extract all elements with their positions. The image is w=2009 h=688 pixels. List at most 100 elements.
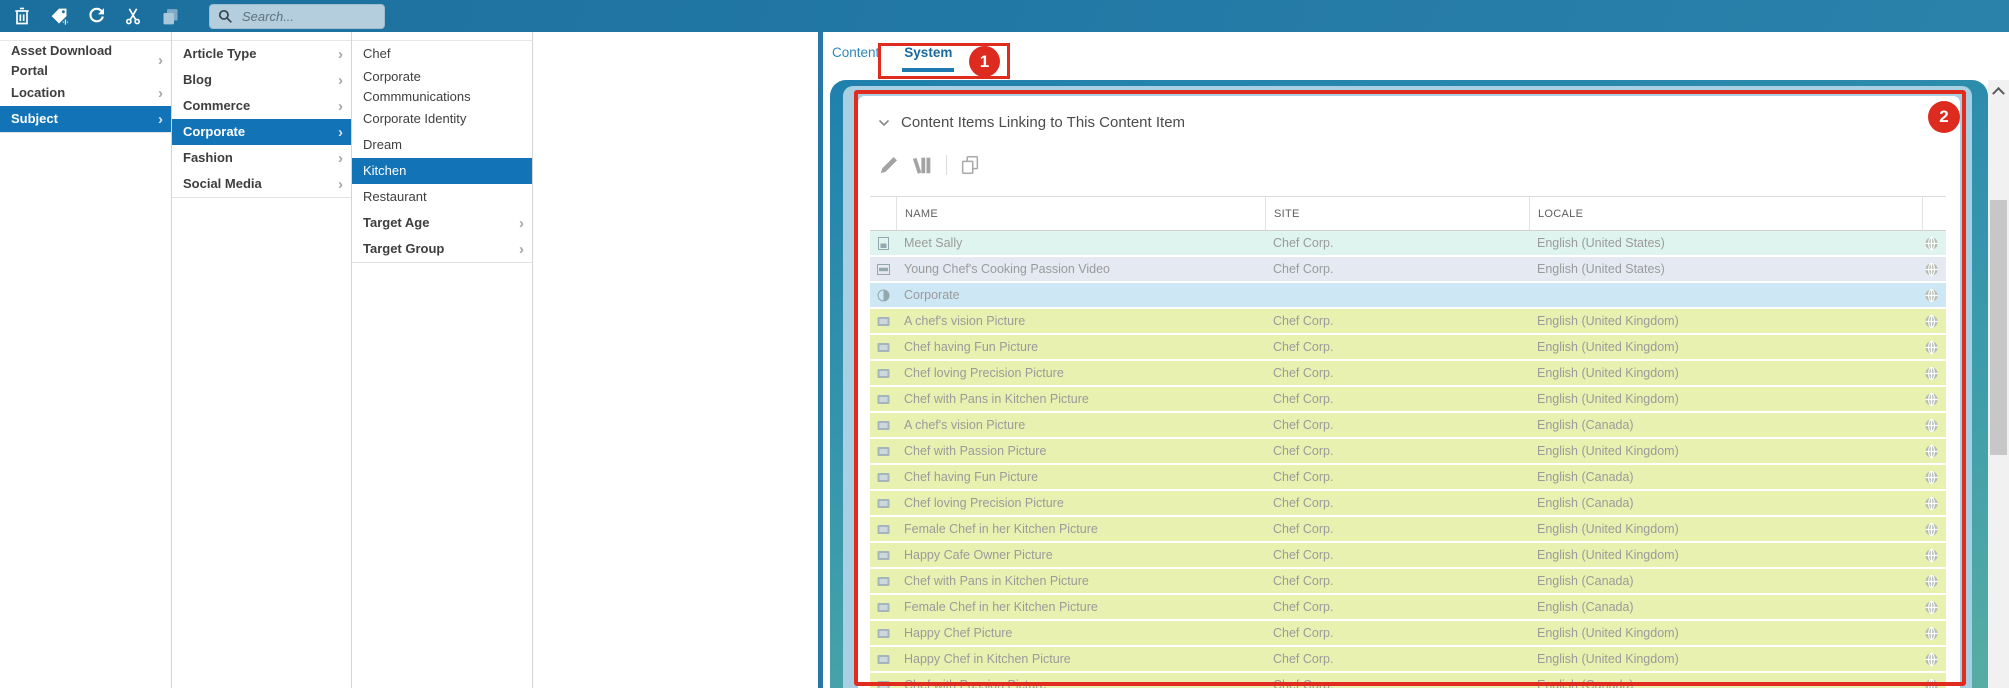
cell-locale: English (United Kingdom) [1537, 314, 1679, 328]
edit-button[interactable] [878, 154, 900, 176]
image-icon [877, 394, 889, 404]
cut-button[interactable] [121, 4, 145, 28]
image-icon [877, 420, 889, 430]
globe-icon [1925, 496, 1938, 510]
chevron-right-icon: › [158, 52, 163, 69]
table-row[interactable]: A chef's vision Picture Chef Corp. English… [870, 413, 1946, 439]
refresh-button[interactable] [84, 4, 108, 28]
menu-item-location[interactable]: Location › [0, 80, 171, 106]
cell-name: A chef's vision Picture [904, 418, 1026, 432]
table-row[interactable]: A chef's vision Picture Chef Corp. English… [870, 309, 1946, 335]
cell-name: Chef with Passion Picture [904, 444, 1047, 458]
vertical-scrollbar[interactable] [1988, 80, 2009, 688]
duplicate-button[interactable] [959, 154, 981, 176]
image-icon [877, 576, 889, 586]
globe-icon [1925, 444, 1938, 458]
table-row[interactable]: Chef having Fun Picture Chef Corp. English… [870, 335, 1946, 361]
row-type-icon-cell [870, 471, 896, 484]
table-row[interactable]: Chef with Pans in Kitchen Picture Chef Co… [870, 387, 1946, 413]
menu-item-label: Chef [363, 46, 391, 62]
cell-name: Chef with Pans in Kitchen Picture [904, 574, 1089, 588]
header-locale[interactable]: LOCALE [1529, 197, 1922, 230]
tab-content[interactable]: Content [830, 45, 881, 72]
image-icon [877, 550, 889, 560]
cell-locale: English (United Kingdom) [1537, 392, 1679, 406]
scrollbar-thumb[interactable] [1990, 200, 2007, 455]
menu-item-target-age[interactable]: Target Age › [352, 210, 532, 236]
menu-item-article-type[interactable]: Article Type › [172, 41, 351, 67]
table-row[interactable]: Young Chef's Cooking Passion Video Chef C… [870, 257, 1946, 283]
cell-site: Chef Corp. [1273, 574, 1334, 588]
header-name[interactable]: NAME [896, 197, 1265, 230]
table-row[interactable]: Happy Chef in Kitchen Picture Chef Corp. E… [870, 647, 1946, 673]
row-type-icon-cell [870, 367, 896, 380]
menu-item-chef[interactable]: Chef [352, 41, 532, 67]
row-type-icon-cell [870, 289, 896, 302]
chevron-right-icon: › [338, 175, 343, 193]
menu-item-corporate[interactable]: Corporate › [172, 119, 351, 145]
menu-item-target-group[interactable]: Target Group › [352, 236, 532, 262]
globe-icon [1925, 678, 1938, 688]
globe-icon [1925, 366, 1938, 380]
table-row[interactable]: Happy Cafe Owner Picture Chef Corp. Englis… [870, 543, 1946, 569]
menu-item-subject[interactable]: Subject › [0, 106, 171, 132]
library-button[interactable] [912, 154, 934, 176]
table-row[interactable]: Chef with Pans in Kitchen Picture Chef Co… [870, 569, 1946, 595]
globe-icon [1925, 574, 1938, 588]
globe-icon [1925, 288, 1938, 302]
menu-item-label: Subject [11, 111, 58, 127]
table-row[interactable]: Chef with Passion Picture Chef Corp. Engli… [870, 673, 1946, 688]
row-language-indicator [1922, 678, 1946, 688]
row-language-indicator [1922, 340, 1946, 355]
row-type-icon-cell [870, 236, 896, 250]
row-type-icon-cell [870, 523, 896, 536]
table-row[interactable]: Chef loving Precision Picture Chef Corp. E… [870, 361, 1946, 387]
copy-icon [961, 156, 979, 174]
scroll-up-button[interactable] [1988, 80, 2009, 100]
menu-item-label: Dream [363, 137, 403, 153]
menu-item-commerce[interactable]: Commerce › [172, 93, 351, 119]
table-row[interactable]: Chef with Passion Picture Chef Corp. Engli… [870, 439, 1946, 465]
menu-item-restaurant[interactable]: Restaurant [352, 184, 532, 210]
menu-item-kitchen[interactable]: Kitchen [352, 158, 532, 184]
menu-item-fashion[interactable]: Fashion › [172, 145, 351, 171]
header-site[interactable]: SITE [1265, 197, 1529, 230]
toolbar-divider [946, 155, 947, 175]
cell-site: Chef Corp. [1273, 548, 1334, 562]
menu-item-dream[interactable]: Dream [352, 132, 532, 158]
table-row[interactable]: Happy Chef Picture Chef Corp. English (Uni… [870, 621, 1946, 647]
menu-item-asset-download-portal[interactable]: Asset Download Portal › [0, 41, 171, 80]
panel-content: Content Items Linking to This Content It… [858, 96, 1960, 688]
chevron-right-icon: › [338, 45, 343, 63]
table-row[interactable]: Female Chef in her Kitchen Picture Chef C… [870, 595, 1946, 621]
menu-item-social-media[interactable]: Social Media › [172, 171, 351, 197]
linking-items-table: NAME SITE LOCALE Meet Sally Chef Corp. Eng… [870, 196, 1946, 688]
row-type-icon-cell [870, 315, 896, 328]
search-input[interactable] [240, 7, 374, 25]
copy-button-disabled[interactable] [158, 4, 182, 28]
table-row[interactable]: Chef having Fun Picture Chef Corp. English… [870, 465, 1946, 491]
menu-item-label: Commerce [183, 98, 251, 114]
row-type-icon-cell [870, 549, 896, 562]
cell-name: Chef with Pans in Kitchen Picture [904, 392, 1089, 406]
row-type-icon-cell [870, 679, 896, 688]
menu-item-label: Corporate [183, 124, 246, 140]
delete-button[interactable] [10, 4, 34, 28]
menu-item-corporate-commmunications[interactable]: Corporate Commmunications [352, 67, 532, 106]
table-row[interactable]: Meet Sally Chef Corp. English (United Stat… [870, 231, 1946, 257]
system-tab-panel: Content Items Linking to This Content It… [830, 80, 1988, 688]
menu-item-corporate-identity[interactable]: Corporate Identity [352, 106, 532, 132]
top-toolbar [0, 0, 2009, 32]
cell-site: Chef Corp. [1273, 262, 1334, 276]
row-language-indicator [1922, 262, 1946, 277]
image-icon [877, 654, 889, 664]
collapse-section-button[interactable] [878, 119, 890, 127]
table-row[interactable]: Chef loving Precision Picture Chef Corp. E… [870, 491, 1946, 517]
add-tag-button[interactable] [47, 4, 71, 28]
table-row[interactable]: Corporate [870, 283, 1946, 309]
table-row[interactable]: Female Chef in her Kitchen Picture Chef C… [870, 517, 1946, 543]
cell-site: Chef Corp. [1273, 652, 1334, 666]
cell-site: Chef Corp. [1273, 600, 1334, 614]
menu-item-label: Restaurant [363, 189, 427, 205]
menu-item-blog[interactable]: Blog › [172, 67, 351, 93]
